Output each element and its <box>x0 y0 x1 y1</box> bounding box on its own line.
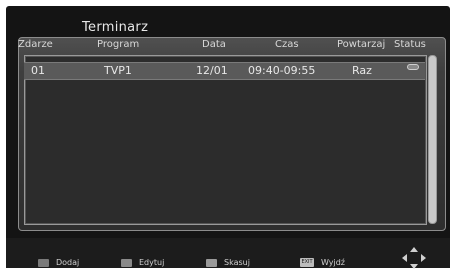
edit-button[interactable]: Edytuj <box>121 258 164 270</box>
edit-button-label: Edytuj <box>139 258 165 267</box>
cell-repeat: Raz <box>352 64 372 77</box>
scrollbar[interactable] <box>428 55 437 224</box>
exit-key-icon: EXIT <box>300 258 314 267</box>
delete-button-label: Skasuj <box>224 258 250 267</box>
column-header-time: Czas <box>275 39 299 50</box>
window-title: Terminarz <box>82 20 149 35</box>
exit-button[interactable]: EXIT Wyjdź <box>300 258 345 270</box>
table-header: Zdarze Program Data Czas Powtarzaj Statu… <box>0 39 454 53</box>
add-button[interactable]: Dodaj <box>38 258 79 270</box>
navigation-pad-icon <box>402 247 426 269</box>
cell-event: 01 <box>31 64 45 77</box>
column-header-program: Program <box>97 39 140 50</box>
grey-key-icon <box>121 258 132 267</box>
delete-button[interactable]: Skasuj <box>206 258 250 270</box>
cell-date: 12/01 <box>196 64 228 77</box>
column-header-repeat: Powtarzaj <box>337 39 386 50</box>
toggle-on-icon <box>407 64 419 70</box>
exit-button-label: Wyjdź <box>321 258 346 267</box>
add-button-label: Dodaj <box>56 258 80 267</box>
column-header-status: Status <box>394 39 426 50</box>
column-header-event: Zdarze <box>18 39 53 50</box>
cell-program: TVP1 <box>104 64 132 77</box>
cell-time: 09:40-09:55 <box>248 64 316 77</box>
grey-key-icon <box>38 258 49 267</box>
column-header-date: Data <box>202 39 226 50</box>
grey-key-icon <box>206 258 217 267</box>
table-row-content: 01 TVP1 12/01 09:40-09:55 Raz <box>0 64 454 78</box>
schedule-list[interactable] <box>24 55 427 225</box>
